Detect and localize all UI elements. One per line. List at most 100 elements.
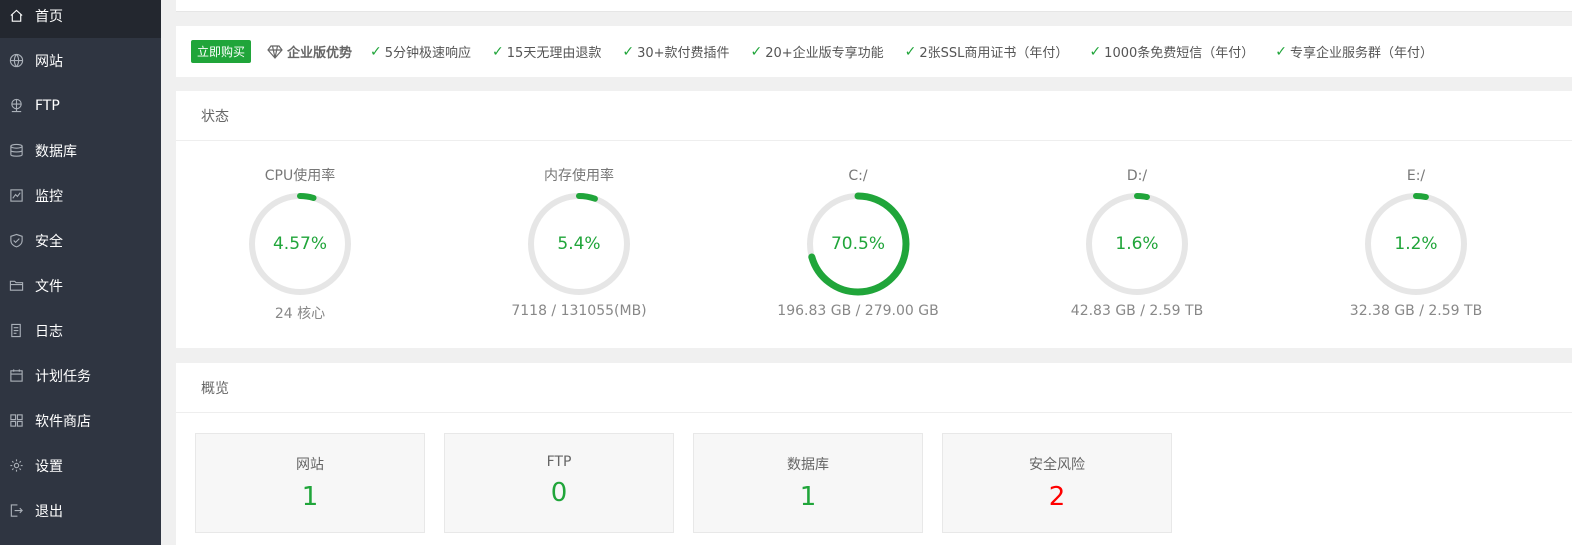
sidebar-item-ftp[interactable]: FTP bbox=[0, 83, 161, 128]
status-panel: 状态 CPU使用率 4.57% 24 核心 内存使用率 5.4% 7118 / … bbox=[176, 91, 1572, 348]
top-strip bbox=[176, 0, 1572, 12]
sidebar-item-website[interactable]: 网站 bbox=[0, 38, 161, 83]
feature-label: 专享企业服务群（年付） bbox=[1290, 46, 1434, 61]
enterprise-label: 企业版优势 bbox=[287, 46, 353, 61]
overview-panel: 概览 网站 1 FTP 0 数据库 1 安全风险 2 bbox=[176, 363, 1572, 545]
sidebar-item-logs[interactable]: 日志 bbox=[0, 308, 161, 353]
check-icon: ✓ bbox=[622, 43, 635, 60]
feature-label: 2张SSL商用证书（年付） bbox=[919, 46, 1069, 61]
gauge-detail: 7118 / 131055(MB) bbox=[511, 303, 647, 319]
sidebar-item-label: 数据库 bbox=[35, 143, 77, 160]
database-icon bbox=[8, 143, 24, 159]
feature-label: 15天无理由退款 bbox=[506, 46, 602, 61]
feature-item: ✓ 专享企业服务群（年付） bbox=[1275, 42, 1434, 62]
gauge-detail: 42.83 GB / 2.59 TB bbox=[1070, 303, 1204, 319]
gauge-ring: 1.6% bbox=[1082, 189, 1192, 299]
gear-icon bbox=[8, 458, 24, 474]
gauge-value: 1.6% bbox=[1115, 234, 1159, 254]
overview-card-ftp[interactable]: FTP 0 bbox=[444, 433, 674, 533]
gauge-detail: 196.83 GB / 279.00 GB bbox=[777, 303, 939, 319]
gauge-detail: 24 核心 bbox=[274, 306, 326, 322]
sidebar-item-label: 首页 bbox=[35, 8, 63, 25]
card-label: 网站 bbox=[296, 457, 324, 473]
sidebar-item-label: 监控 bbox=[35, 188, 63, 205]
gauge-title: E:/ bbox=[1406, 168, 1426, 184]
memory-gauge[interactable]: 内存使用率 5.4% 7118 / 131055(MB) bbox=[459, 166, 699, 319]
sidebar-item-home[interactable]: 首页 bbox=[0, 0, 161, 38]
feature-label: 20+企业版专享功能 bbox=[765, 46, 884, 61]
feature-item: ✓ 5分钟极速响应 bbox=[370, 42, 472, 62]
feature-item: ✓ 15天无理由退款 bbox=[492, 42, 602, 62]
feature-label: 30+款付费插件 bbox=[637, 46, 730, 61]
sidebar: 首页 网站 FTP 数据库 监控 安全 文件 日志 计划任务 软件商店 设置 退… bbox=[0, 0, 161, 545]
sidebar-item-label: 日志 bbox=[35, 323, 63, 340]
gauge-ring: 1.2% bbox=[1361, 189, 1471, 299]
feature-item: ✓ 2张SSL商用证书（年付） bbox=[904, 42, 1069, 62]
card-value: 1 bbox=[799, 482, 817, 512]
sidebar-item-database[interactable]: 数据库 bbox=[0, 128, 161, 173]
sidebar-item-label: 安全 bbox=[35, 233, 63, 250]
home-icon bbox=[8, 8, 24, 24]
sidebar-item-label: 网站 bbox=[35, 53, 63, 70]
feature-item: ✓ 1000条免费短信（年付） bbox=[1089, 42, 1254, 62]
overview-card-security-risk[interactable]: 安全风险 2 bbox=[942, 433, 1172, 533]
sidebar-item-security[interactable]: 安全 bbox=[0, 218, 161, 263]
sidebar-item-files[interactable]: 文件 bbox=[0, 263, 161, 308]
gauge-value: 5.4% bbox=[557, 234, 601, 254]
diamond-icon bbox=[267, 44, 283, 59]
overview-card-website[interactable]: 网站 1 bbox=[195, 433, 425, 533]
sidebar-item-label: 软件商店 bbox=[35, 413, 91, 430]
sidebar-item-logout[interactable]: 退出 bbox=[0, 488, 161, 533]
monitor-icon bbox=[8, 188, 24, 204]
gauge-ring: 70.5% bbox=[803, 189, 913, 299]
enterprise-advantage[interactable]: 企业版优势 bbox=[267, 42, 352, 61]
buy-now-button[interactable]: 立即购买 bbox=[191, 40, 252, 63]
card-label: 安全风险 bbox=[1029, 457, 1085, 473]
check-icon: ✓ bbox=[750, 43, 763, 60]
disk-d-gauge[interactable]: D:/ 1.6% 42.83 GB / 2.59 TB bbox=[1017, 166, 1257, 319]
sidebar-item-label: 计划任务 bbox=[35, 368, 91, 385]
gauge-value: 4.57% bbox=[272, 234, 327, 254]
gauge-value: 1.2% bbox=[1394, 234, 1438, 254]
gauge-title: D:/ bbox=[1126, 168, 1148, 184]
gauge-title: C:/ bbox=[848, 168, 868, 184]
status-title: 状态 bbox=[176, 91, 1572, 141]
card-label: 数据库 bbox=[787, 457, 829, 473]
sidebar-item-store[interactable]: 软件商店 bbox=[0, 398, 161, 443]
card-value: 1 bbox=[301, 482, 319, 512]
sidebar-item-label: 文件 bbox=[35, 278, 63, 295]
globe-icon bbox=[8, 53, 24, 69]
card-label: FTP bbox=[546, 454, 572, 470]
gauge-ring: 5.4% bbox=[524, 189, 634, 299]
cpu-gauge[interactable]: CPU使用率 4.57% 24 核心 bbox=[180, 166, 420, 323]
sidebar-item-label: FTP bbox=[35, 97, 60, 114]
disk-c-gauge[interactable]: C:/ 70.5% 196.83 GB / 279.00 GB bbox=[738, 166, 978, 319]
card-value: 0 bbox=[550, 478, 568, 508]
promo-bar: 立即购买 企业版优势 ✓ 5分钟极速响应 ✓ 15天无理由退款 ✓ 30+款付费插件 … bbox=[176, 26, 1572, 77]
gauge-ring: 4.57% bbox=[245, 189, 355, 299]
feature-label: 5分钟极速响应 bbox=[384, 46, 472, 61]
calendar-icon bbox=[8, 368, 24, 384]
feature-item: ✓ 20+企业版专享功能 bbox=[750, 42, 884, 62]
ftp-icon bbox=[8, 98, 24, 114]
check-icon: ✓ bbox=[370, 43, 382, 60]
check-icon: ✓ bbox=[1089, 43, 1102, 60]
overview-card-database[interactable]: 数据库 1 bbox=[693, 433, 923, 533]
card-value: 2 bbox=[1048, 482, 1066, 512]
sidebar-item-label: 退出 bbox=[35, 503, 63, 520]
check-icon: ✓ bbox=[492, 43, 504, 60]
sidebar-item-monitor[interactable]: 监控 bbox=[0, 173, 161, 218]
grid-icon bbox=[8, 413, 24, 429]
gauge-title: CPU使用率 bbox=[264, 168, 336, 184]
log-icon bbox=[8, 323, 24, 339]
feature-item: ✓ 30+款付费插件 bbox=[622, 42, 730, 62]
sidebar-item-settings[interactable]: 设置 bbox=[0, 443, 161, 488]
folder-icon bbox=[8, 278, 24, 294]
sidebar-item-label: 设置 bbox=[35, 458, 63, 475]
sidebar-item-cron[interactable]: 计划任务 bbox=[0, 353, 161, 398]
disk-e-gauge[interactable]: E:/ 1.2% 32.38 GB / 2.59 TB bbox=[1296, 166, 1536, 319]
logout-icon bbox=[8, 503, 24, 519]
gauge-title: 内存使用率 bbox=[544, 168, 614, 184]
check-icon: ✓ bbox=[904, 43, 917, 60]
main-content: 立即购买 企业版优势 ✓ 5分钟极速响应 ✓ 15天无理由退款 ✓ 30+款付费插件 … bbox=[176, 0, 1572, 545]
